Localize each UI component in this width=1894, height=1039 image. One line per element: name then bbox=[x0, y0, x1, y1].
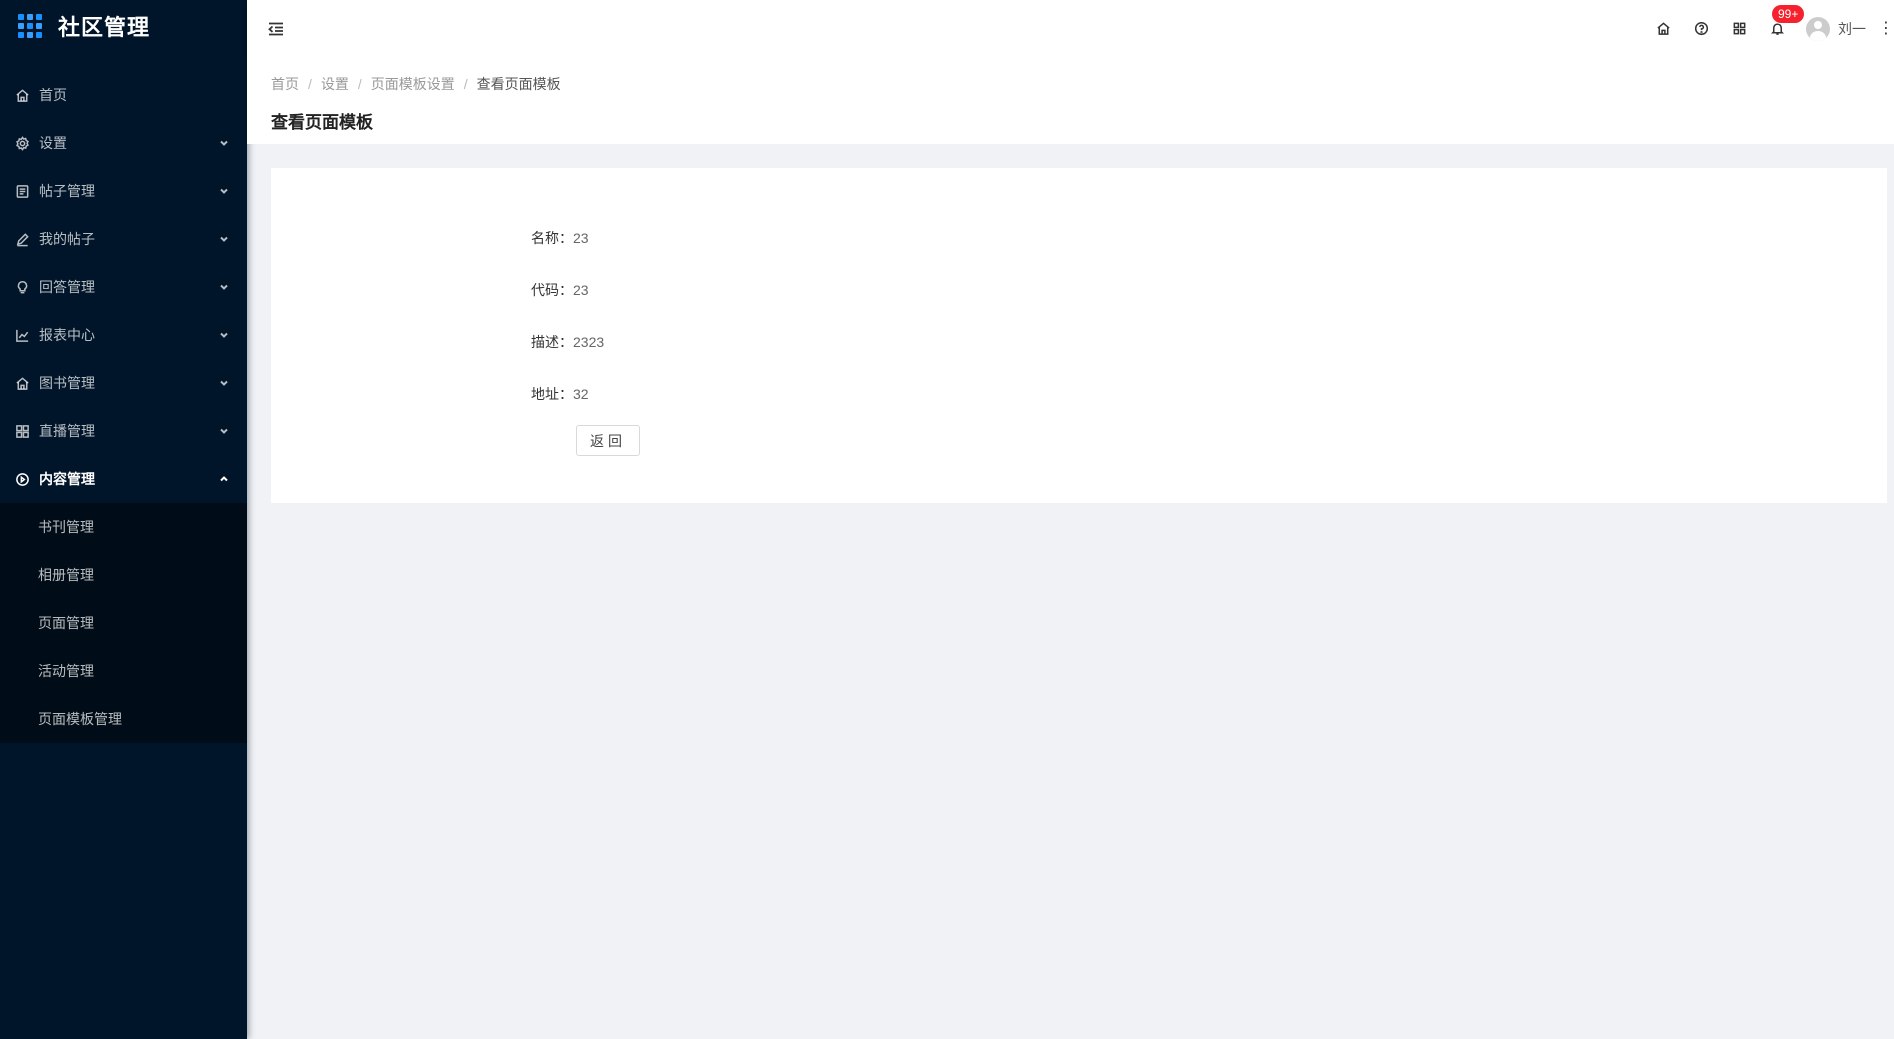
detail-code: 代码： 23 bbox=[531, 280, 589, 300]
appstore-icon bbox=[1733, 22, 1745, 35]
edit-icon bbox=[15, 232, 30, 247]
notification-badge: 99+ bbox=[1772, 5, 1805, 23]
detail-label: 地址： bbox=[531, 386, 573, 402]
apps-button[interactable] bbox=[1720, 0, 1758, 57]
sidebar-item-label: 图书管理 bbox=[39, 375, 95, 391]
more-vertical-icon: ⋮ bbox=[1878, 19, 1894, 37]
bell-icon bbox=[1770, 23, 1784, 35]
sidebar-item-label: 我的帖子 bbox=[39, 231, 95, 247]
sidebar-item-posts[interactable]: 帖子管理 bbox=[0, 167, 247, 215]
chevron-down-icon bbox=[219, 327, 229, 343]
sidebar-subitem-activities[interactable]: 活动管理 bbox=[0, 647, 247, 695]
sidebar-item-label: 报表中心 bbox=[39, 327, 95, 343]
sidebar-menu: 首页 设置 帖子管理 我的帖子 回答管理 报表中心 图书管理 直播管理 内容管理… bbox=[0, 71, 247, 743]
page-title: 查看页面模板 bbox=[271, 113, 373, 132]
sidebar-subitem-albums[interactable]: 相册管理 bbox=[0, 551, 247, 599]
question-circle-icon bbox=[1694, 21, 1708, 36]
detail-value: 32 bbox=[573, 386, 589, 402]
sidebar-item-label: 设置 bbox=[39, 135, 67, 151]
sidebar-item-label: 直播管理 bbox=[39, 423, 95, 439]
more-options-button[interactable]: ⋮ bbox=[1878, 0, 1894, 57]
menu-fold-button[interactable] bbox=[247, 0, 305, 57]
sidebar-item-content[interactable]: 内容管理 bbox=[0, 455, 247, 503]
play-circle-icon bbox=[15, 472, 30, 487]
sidebar-item-my-posts[interactable]: 我的帖子 bbox=[0, 215, 247, 263]
home-icon bbox=[15, 88, 30, 103]
app-logo[interactable]: 社区管理 bbox=[0, 0, 247, 52]
avatar bbox=[1806, 16, 1830, 41]
breadcrumb-separator: / bbox=[308, 76, 312, 92]
breadcrumb-separator: / bbox=[357, 76, 362, 92]
user-name: 刘一 bbox=[1838, 20, 1866, 37]
chevron-down-icon bbox=[219, 135, 229, 151]
header-actions: 99+ 刘一 ⋮ bbox=[1644, 0, 1894, 57]
sidebar-subitem-journals[interactable]: 书刊管理 bbox=[0, 503, 247, 551]
line-chart-icon bbox=[15, 328, 30, 343]
chevron-down-icon bbox=[219, 423, 229, 439]
detail-label: 代码： bbox=[531, 282, 573, 298]
sidebar-item-books[interactable]: 图书管理 bbox=[0, 359, 247, 407]
detail-value: 2323 bbox=[573, 334, 605, 350]
sidebar-item-label: 首页 bbox=[39, 87, 67, 103]
notifications-button[interactable]: 99+ bbox=[1758, 0, 1805, 57]
home-button[interactable] bbox=[1644, 0, 1682, 57]
sidebar-item-answers[interactable]: 回答管理 bbox=[0, 263, 247, 311]
detail-card: 名称： 23 代码： 23 描述： 2323 地址： 32 返回 bbox=[271, 168, 1887, 503]
page-header: 首页 / 设置 / 页面模板设置 / 查看页面模板 查看页面模板 bbox=[247, 57, 1894, 144]
sidebar-item-label: 回答管理 bbox=[39, 279, 95, 295]
breadcrumb: 首页 / 设置 / 页面模板设置 / 查看页面模板 bbox=[271, 74, 1870, 94]
detail-description: 描述： 2323 bbox=[531, 332, 604, 352]
breadcrumb-settings[interactable]: 设置 bbox=[321, 74, 349, 94]
help-button[interactable] bbox=[1682, 0, 1720, 57]
bulb-icon bbox=[15, 280, 30, 295]
sidebar-item-settings[interactable]: 设置 bbox=[0, 119, 247, 167]
sidebar: 社区管理 首页 设置 帖子管理 我的帖子 回答管理 报表中心 图书管理 直播管理… bbox=[0, 0, 247, 1039]
detail-value: 23 bbox=[573, 230, 589, 246]
home-icon bbox=[1656, 22, 1670, 35]
sidebar-submenu-content: 书刊管理 相册管理 页面管理 活动管理 页面模板管理 bbox=[0, 503, 247, 743]
breadcrumb-separator: / bbox=[463, 76, 468, 92]
app-grid-logo-icon bbox=[18, 14, 42, 38]
user-menu[interactable]: 刘一 bbox=[1796, 0, 1878, 57]
chevron-down-icon bbox=[219, 231, 229, 247]
detail-address: 地址： 32 bbox=[531, 384, 589, 404]
top-header: 99+ 刘一 ⋮ bbox=[247, 0, 1894, 57]
gear-icon bbox=[15, 135, 30, 151]
document-icon bbox=[15, 184, 30, 199]
detail-name: 名称： 23 bbox=[531, 228, 589, 248]
sidebar-item-label: 帖子管理 bbox=[39, 183, 95, 199]
chevron-down-icon bbox=[219, 183, 229, 199]
detail-label: 描述： bbox=[531, 334, 573, 350]
grid-icon bbox=[15, 424, 30, 439]
menu-fold-icon bbox=[268, 22, 283, 35]
breadcrumb-current: 查看页面模板 bbox=[476, 76, 561, 92]
chevron-down-icon bbox=[219, 375, 229, 391]
sidebar-item-label: 内容管理 bbox=[39, 471, 95, 487]
back-button[interactable]: 返回 bbox=[576, 425, 640, 456]
breadcrumb-home[interactable]: 首页 bbox=[271, 74, 299, 94]
sidebar-subitem-page-templates[interactable]: 页面模板管理 bbox=[0, 695, 247, 743]
sidebar-item-home[interactable]: 首页 bbox=[0, 71, 247, 119]
detail-label: 名称： bbox=[531, 230, 573, 246]
detail-value: 23 bbox=[573, 282, 589, 298]
breadcrumb-page-template-settings[interactable]: 页面模板设置 bbox=[371, 74, 455, 94]
chevron-up-icon bbox=[219, 471, 229, 487]
sidebar-item-reports[interactable]: 报表中心 bbox=[0, 311, 247, 359]
sidebar-subitem-pages[interactable]: 页面管理 bbox=[0, 599, 247, 647]
sidebar-item-live[interactable]: 直播管理 bbox=[0, 407, 247, 455]
home-icon bbox=[15, 376, 30, 391]
app-title: 社区管理 bbox=[58, 15, 151, 40]
chevron-down-icon bbox=[219, 279, 229, 295]
